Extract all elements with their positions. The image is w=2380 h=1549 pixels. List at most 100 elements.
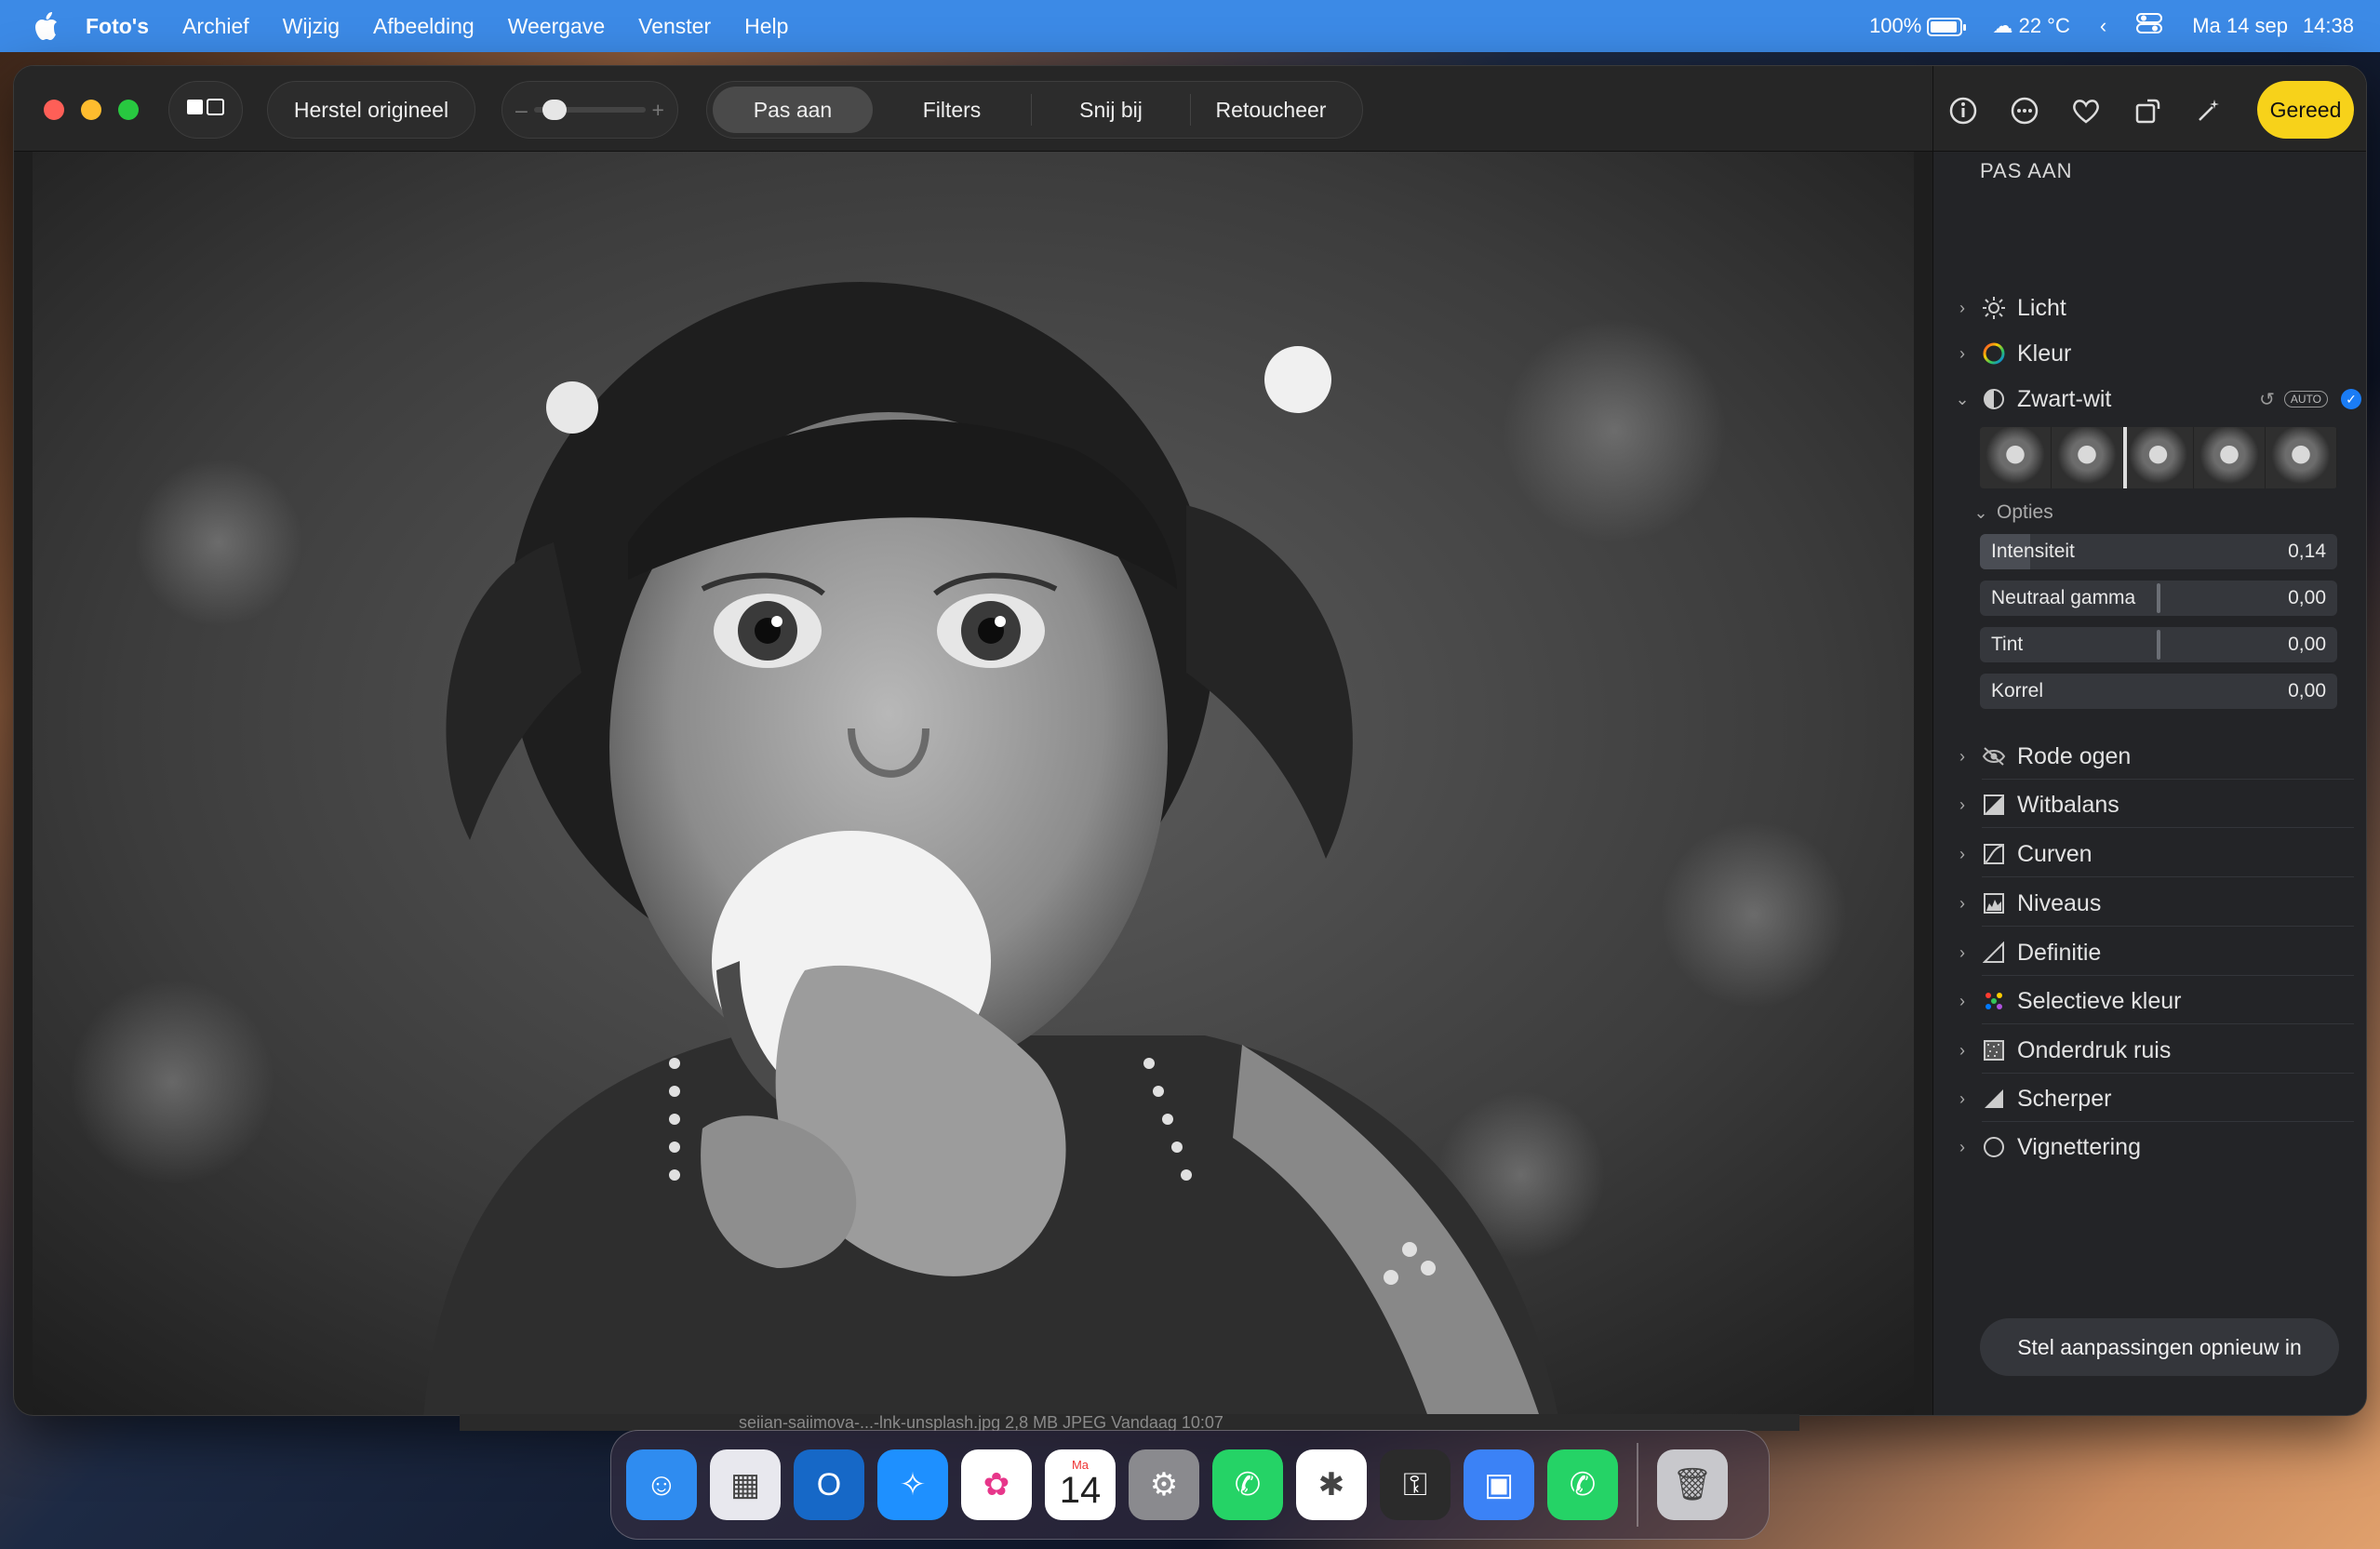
terminal-app-icon: ▣ [1483, 1467, 1515, 1502]
dock-system-settings[interactable]: ⚙ [1129, 1449, 1199, 1520]
white-balance-icon [1980, 791, 2008, 819]
chevron-left-icon[interactable]: ‹ [2100, 14, 2106, 38]
launchpad-icon: ▦ [729, 1467, 761, 1502]
trash-icon: 🗑 [1672, 1467, 1713, 1502]
slider-value: 0,00 [2288, 587, 2326, 608]
options-toggle[interactable]: ⌄ Opties [1971, 492, 2366, 533]
menu-afbeelding[interactable]: Afbeelding [373, 14, 475, 39]
revert-original-button[interactable]: Herstel origineel [267, 81, 475, 139]
weather-status[interactable]: ☁ 22 °C [1992, 14, 2069, 38]
zoom-window-button[interactable] [118, 100, 139, 120]
battery-status[interactable]: 100% [1869, 14, 1967, 38]
info-icon[interactable] [1945, 92, 1982, 129]
tab-snij-bij[interactable]: Snij bij [1032, 87, 1190, 133]
compare-button[interactable] [168, 81, 243, 139]
bw-preset-thumb[interactable] [2051, 427, 2123, 488]
chevron-right-icon: › [1959, 942, 1965, 962]
dock: ☺ ▦ O ✧ ✿ Ma 14 ⚙ ✆ ✱ ⚿ ▣ ✆ 🗑 [610, 1430, 1770, 1540]
battery-percent: 100% [1869, 14, 1922, 37]
adjust-kleur[interactable]: › Kleur [1952, 333, 2361, 374]
reset-adjustments-button[interactable]: Stel aanpassingen opnieuw in [1980, 1318, 2339, 1376]
adjust-label: Witbalans [2017, 791, 2119, 818]
dock-outlook[interactable]: O [794, 1449, 864, 1520]
dock-slack[interactable]: ✱ [1296, 1449, 1367, 1520]
more-options-icon[interactable] [2006, 92, 2043, 129]
adjust-label: Selectieve kleur [2017, 987, 2182, 1014]
adjust-licht[interactable]: › Licht [1952, 287, 2361, 328]
tab-retoucheer[interactable]: Retoucheer [1191, 87, 1351, 133]
control-center-icon[interactable] [2136, 13, 2163, 39]
chevron-right-icon: › [1959, 795, 1965, 814]
weather-temp: 22 °C [2018, 14, 2070, 37]
apple-icon[interactable] [28, 7, 65, 45]
menubar-date[interactable]: Ma 14 sep [2192, 14, 2288, 38]
zoom-slider-knob[interactable] [542, 100, 568, 120]
slider-value: 0,00 [2288, 680, 2326, 701]
undo-icon[interactable]: ↺ [2259, 388, 2275, 411]
dock-keychain[interactable]: ⚿ [1380, 1449, 1451, 1520]
adjust-definitie[interactable]: › Definitie [1952, 932, 2361, 973]
adjust-niveaus[interactable]: › Niveaus [1952, 883, 2361, 924]
dock-whatsapp-beta[interactable]: ✆ [1547, 1449, 1618, 1520]
adjust-zwart-wit[interactable]: ⌄ Zwart-wit ↺ AUTO ✓ [1952, 379, 2361, 420]
split-view-icon [185, 97, 226, 123]
menu-venster[interactable]: Venster [638, 14, 711, 39]
auto-button[interactable]: AUTO [2283, 391, 2328, 407]
minimize-button[interactable] [81, 100, 101, 120]
dock-terminal-app[interactable]: ▣ [1464, 1449, 1534, 1520]
adjust-onderdruk-ruis[interactable]: › Onderdruk ruis [1952, 1030, 2361, 1071]
zoom-slider[interactable] [533, 100, 646, 120]
adjust-rode-ogen[interactable]: › Rode ogen [1952, 736, 2361, 777]
dock-trash[interactable]: 🗑 [1657, 1449, 1728, 1520]
photos-icon: ✿ [983, 1467, 1010, 1502]
menu-wijzig[interactable]: Wijzig [283, 14, 340, 39]
slider-tint[interactable]: Tint 0,00 [1980, 627, 2337, 662]
bw-preset-thumb[interactable] [1980, 427, 2052, 488]
slider-neutraal-gamma[interactable]: Neutraal gamma 0,00 [1980, 581, 2337, 616]
checkmark-icon[interactable]: ✓ [2341, 389, 2361, 409]
menu-weergave[interactable]: Weergave [508, 14, 605, 39]
system-settings-icon: ⚙ [1149, 1467, 1179, 1502]
menubar-time[interactable]: 14:38 [2303, 14, 2354, 38]
bw-preset-thumb[interactable] [2194, 427, 2266, 488]
heart-icon[interactable] [2067, 92, 2105, 129]
magic-wand-icon[interactable] [2190, 92, 2227, 129]
panel-title: PAS AAN [1980, 159, 2073, 182]
rotate-icon[interactable] [2129, 92, 2166, 129]
adjust-vignettering[interactable]: › Vignettering [1952, 1127, 2361, 1168]
row-divider [1982, 1023, 2354, 1024]
dock-whatsapp[interactable]: ✆ [1212, 1449, 1283, 1520]
photo-canvas[interactable] [33, 152, 1914, 1415]
adjust-witbalans[interactable]: › Witbalans [1952, 784, 2361, 825]
dock-finder[interactable]: ☺ [626, 1449, 697, 1520]
adjust-scherper[interactable]: › Scherper [1952, 1078, 2361, 1119]
tab-filters[interactable]: Filters [873, 87, 1031, 133]
dock-safari[interactable]: ✧ [877, 1449, 948, 1520]
bw-preset-strip[interactable] [1980, 427, 2337, 488]
menu-app-name[interactable]: Foto's [86, 14, 149, 39]
file-info-bar: seiian-saiimova-...-lnk-unsplash.jpg 2,8… [460, 1414, 1799, 1431]
dock-photos[interactable]: ✿ [961, 1449, 1032, 1520]
done-button[interactable]: Gereed [2257, 81, 2354, 139]
zoom-out-button[interactable]: – [515, 98, 528, 123]
zoom-in-button[interactable]: + [652, 98, 664, 123]
adjust-label: Rode ogen [2017, 742, 2132, 769]
adjust-curven[interactable]: › Curven [1952, 834, 2361, 875]
adjust-label: Definitie [2017, 939, 2102, 966]
menu-help[interactable]: Help [744, 14, 788, 39]
close-button[interactable] [44, 100, 64, 120]
bw-preset-thumb[interactable] [2266, 427, 2337, 488]
dock-calendar[interactable]: Ma 14 [1045, 1449, 1116, 1520]
adjust-selectieve-kleur[interactable]: › Selectieve kleur [1952, 981, 2361, 1022]
chevron-right-icon: › [1959, 1040, 1965, 1060]
menubar-status: 100% ☁ 22 °C ‹ Ma 14 sep 14:38 [1869, 0, 2354, 52]
photos-editor-window: Herstel origineel – + Pas aan Filters Sn… [13, 65, 2367, 1416]
bw-preset-thumb[interactable] [2122, 427, 2195, 488]
slider-label: Tint [1991, 634, 2024, 655]
cloud-icon: ☁ [1992, 14, 2013, 37]
menu-archief[interactable]: Archief [182, 14, 249, 39]
slider-korrel[interactable]: Korrel 0,00 [1980, 674, 2337, 709]
dock-launchpad[interactable]: ▦ [710, 1449, 781, 1520]
slider-intensiteit[interactable]: Intensiteit 0,14 [1980, 534, 2337, 569]
tab-pas-aan[interactable]: Pas aan [713, 87, 873, 133]
